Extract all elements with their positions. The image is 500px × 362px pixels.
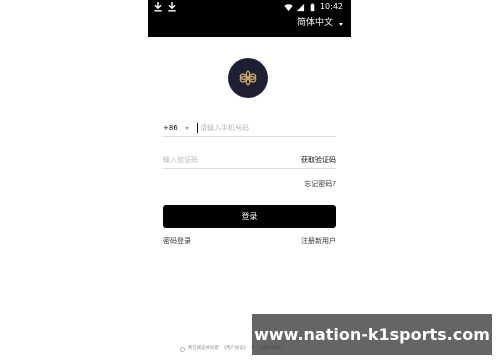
download-icon <box>168 2 176 12</box>
brand-knot-icon <box>239 70 257 86</box>
status-time: 10:42 <box>319 2 343 11</box>
verification-code-row: 获取验证码 <box>163 152 336 169</box>
screenshot-page: 10:42 简体中文 +86 请输入手机号码 输入验证码 获取验证码 忘记密码?… <box>0 0 500 362</box>
user-agreement-link[interactable]: 《用户协议》 <box>222 345 248 353</box>
battery-icon <box>308 2 317 12</box>
agreement-checkbox[interactable] <box>180 346 185 352</box>
verification-code-input[interactable] <box>163 155 285 165</box>
status-right: 10:42 <box>284 1 343 13</box>
phone-number-row: +86 <box>163 120 336 137</box>
phone-input[interactable] <box>197 123 318 133</box>
language-label: 简体中文 <box>296 18 333 28</box>
chevron-down-icon <box>339 22 343 26</box>
mobile-login-screen: 10:42 简体中文 +86 请输入手机号码 输入验证码 获取验证码 忘记密码?… <box>148 0 351 362</box>
signal-icon <box>296 3 305 12</box>
login-button[interactable]: 登录 <box>163 205 336 228</box>
download-icon <box>154 2 162 12</box>
get-verification-code-button[interactable]: 获取验证码 <box>301 155 336 165</box>
agreement-prefix: 我已阅读并同意 <box>188 346 219 351</box>
register-link[interactable]: 注册新用户 <box>301 236 336 246</box>
brand-logo <box>228 58 268 98</box>
password-login-link[interactable]: 密码登录 <box>163 236 191 246</box>
forgot-password-link[interactable]: 忘记密码? <box>304 179 336 189</box>
wifi-icon <box>284 3 293 12</box>
top-header: 10:42 简体中文 <box>148 0 351 37</box>
watermark-text: www.nation-k1sports.com <box>254 325 490 344</box>
country-chevron-down-icon[interactable] <box>185 127 189 130</box>
country-code[interactable]: +86 <box>163 123 183 133</box>
status-left-icons <box>154 2 176 12</box>
language-selector[interactable]: 简体中文 <box>297 17 343 30</box>
website-watermark: www.nation-k1sports.com <box>252 314 492 355</box>
